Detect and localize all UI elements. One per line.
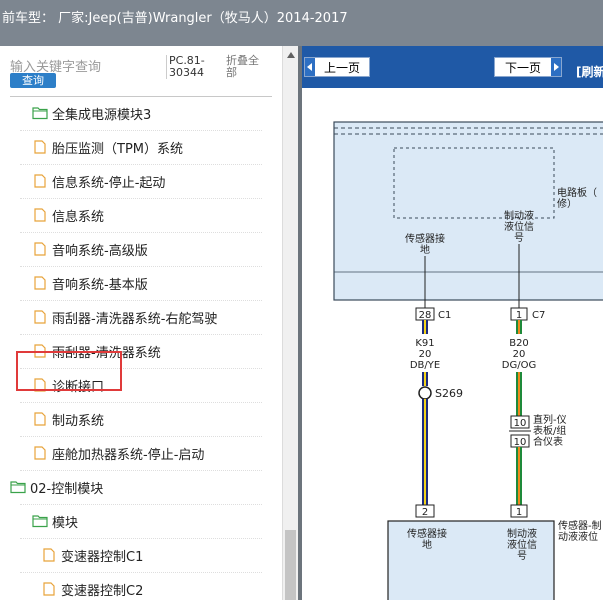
module-label: 电路板（ <box>557 186 597 199</box>
inline-label: 直列-仪 <box>533 413 567 426</box>
wire-stripe <box>424 399 426 505</box>
tree-scrollbar[interactable] <box>282 46 298 600</box>
pin-label: 号 <box>514 232 524 244</box>
connector-label: C7 <box>532 310 545 321</box>
tree-item-label: 信息系统-停止-起动 <box>52 175 166 191</box>
refresh-link[interactable]: [刷新 <box>576 63 603 80</box>
document-icon <box>34 412 46 426</box>
splice-node <box>418 386 432 400</box>
pin-label: 液位信 <box>507 538 537 551</box>
pin-label: 制动液 <box>504 209 534 222</box>
pin-label: 液位信 <box>504 220 534 233</box>
diagram-nav-bar: 上一页 下一页 [刷新 <box>302 46 603 88</box>
wire-color: DB/YE <box>410 360 440 371</box>
query-button[interactable]: 查询 <box>10 73 56 88</box>
tree-item-label: 制动系统 <box>52 413 105 429</box>
tree-item-wiper-rhd[interactable]: 雨刮器-清洗器系统-右舵驾驶 <box>32 300 217 334</box>
wire-stripe <box>518 447 520 505</box>
document-icon <box>34 446 46 460</box>
tree-item-label: 座舱加热器系统-停止-启动 <box>52 447 205 463</box>
component-label: 动液液位 <box>558 530 598 543</box>
arrow-left-icon <box>305 58 315 76</box>
tree-item-info-stop-start[interactable]: 信息系统-停止-起动 <box>32 164 165 198</box>
tree-item-label: 全集成电源模块3 <box>52 107 152 123</box>
wire-stripe <box>424 372 426 386</box>
selection-highlight <box>16 351 122 391</box>
tree-item-label: 胎压监测（TPM）系统 <box>52 141 183 157</box>
pin-label: 传感器接 <box>407 527 447 540</box>
inline-label: 合仪表 <box>533 435 563 448</box>
tree-item-info-system[interactable]: 信息系统 <box>32 198 104 232</box>
diagram-panel: 上一页 下一页 [刷新 电路板（ 修） 传感器接 地 制动液 液位信 号 28 … <box>302 46 603 600</box>
tree-panel: 输入关键字查询 查询 PC.81-30344 折叠全部 全集成电源模块3 胎压监… <box>0 46 282 600</box>
folder-open-icon <box>32 107 48 120</box>
folder-open-icon <box>10 481 26 494</box>
circuit-board-module <box>333 121 603 301</box>
tree-item-label: 音响系统-高级版 <box>52 243 148 259</box>
wire-circuit: K91 <box>415 338 434 349</box>
tree-item-label: 02-控制模块 <box>30 481 104 497</box>
wire-stripe <box>424 320 426 334</box>
scroll-thumb[interactable] <box>285 530 296 600</box>
splice-label: S269 <box>435 387 463 400</box>
wire-circuit: B20 <box>509 338 529 349</box>
prev-page-label: 上一页 <box>323 60 360 75</box>
inline-pin: 10 <box>514 437 527 448</box>
tree-item-label: 变速器控制C1 <box>61 549 144 565</box>
connector-pin: 2 <box>422 507 428 518</box>
collapse-all-button[interactable]: 折叠全部 <box>226 55 266 79</box>
document-icon <box>34 174 46 188</box>
scroll-up-icon[interactable] <box>287 52 295 58</box>
next-page-label: 下一页 <box>504 60 541 75</box>
tree-item-audio-premium[interactable]: 音响系统-高级版 <box>32 232 148 266</box>
module-label: 修） <box>557 197 577 210</box>
tree-item-modules[interactable]: 模块 <box>32 504 78 538</box>
wire-stripe <box>518 320 520 334</box>
pc-code-label: PC.81-30344 <box>166 55 220 79</box>
wiring-diagram: 电路板（ 修） 传感器接 地 制动液 液位信 号 28 C1 1 C7 K91 … <box>333 121 603 600</box>
document-icon <box>43 582 55 596</box>
document-icon <box>34 276 46 290</box>
wire-color: DG/OG <box>502 360 536 371</box>
next-page-button[interactable]: 下一页 <box>494 57 562 77</box>
wire-stripe <box>518 372 520 416</box>
inline-label: 表板/组 <box>533 424 566 437</box>
folder-open-icon <box>32 515 48 528</box>
tree-item-label: 信息系统 <box>52 209 105 225</box>
tree-item-label: 音响系统-基本版 <box>52 277 148 293</box>
title-bar: 前车型： 厂家:Jeep(吉普)Wrangler（牧马人）2014-2017 <box>0 0 603 46</box>
pin-label: 制动液 <box>507 527 537 540</box>
document-icon <box>34 242 46 256</box>
document-icon <box>34 310 46 324</box>
connector-pin: 28 <box>419 310 432 321</box>
document-icon <box>43 548 55 562</box>
wire-gauge: 20 <box>419 349 432 360</box>
pin-label: 号 <box>517 550 527 562</box>
pin-label: 地 <box>422 538 432 551</box>
document-icon <box>34 140 46 154</box>
tree-item-label: 雨刮器-清洗器系统-右舵驾驶 <box>52 311 218 327</box>
wire-gauge: 20 <box>513 349 526 360</box>
tree-item-control-modules[interactable]: 02-控制模块 <box>10 470 103 504</box>
connector-pin: 1 <box>516 310 522 321</box>
document-icon <box>34 208 46 222</box>
tree-item-tpm[interactable]: 胎压监测（TPM）系统 <box>32 130 183 164</box>
tree-item-cabin-heater[interactable]: 座舱加热器系统-停止-启动 <box>32 436 204 470</box>
inline-pin: 10 <box>514 418 527 429</box>
tree-item-transmission-c1[interactable]: 变速器控制C1 <box>41 538 143 572</box>
pin-label: 传感器接 <box>405 232 445 245</box>
prev-page-button[interactable]: 上一页 <box>304 57 370 77</box>
tree-item-audio-basic[interactable]: 音响系统-基本版 <box>32 266 148 300</box>
tree-item-transmission-c2[interactable]: 变速器控制C2 <box>41 572 143 600</box>
tree-item-label: 变速器控制C2 <box>61 583 144 599</box>
connector-label: C1 <box>438 310 451 321</box>
tree-item-label: 模块 <box>52 515 79 531</box>
arrow-right-icon <box>551 58 561 76</box>
connector-pin: 1 <box>516 507 522 518</box>
pin-label: 地 <box>420 243 430 256</box>
tree-item-brake-system[interactable]: 制动系统 <box>32 402 104 436</box>
component-label: 传感器-制 <box>558 519 602 532</box>
vehicle-title: 前车型： 厂家:Jeep(吉普)Wrangler（牧马人）2014-2017 <box>2 11 348 26</box>
tree-item-power-module-3[interactable]: 全集成电源模块3 <box>32 96 151 130</box>
